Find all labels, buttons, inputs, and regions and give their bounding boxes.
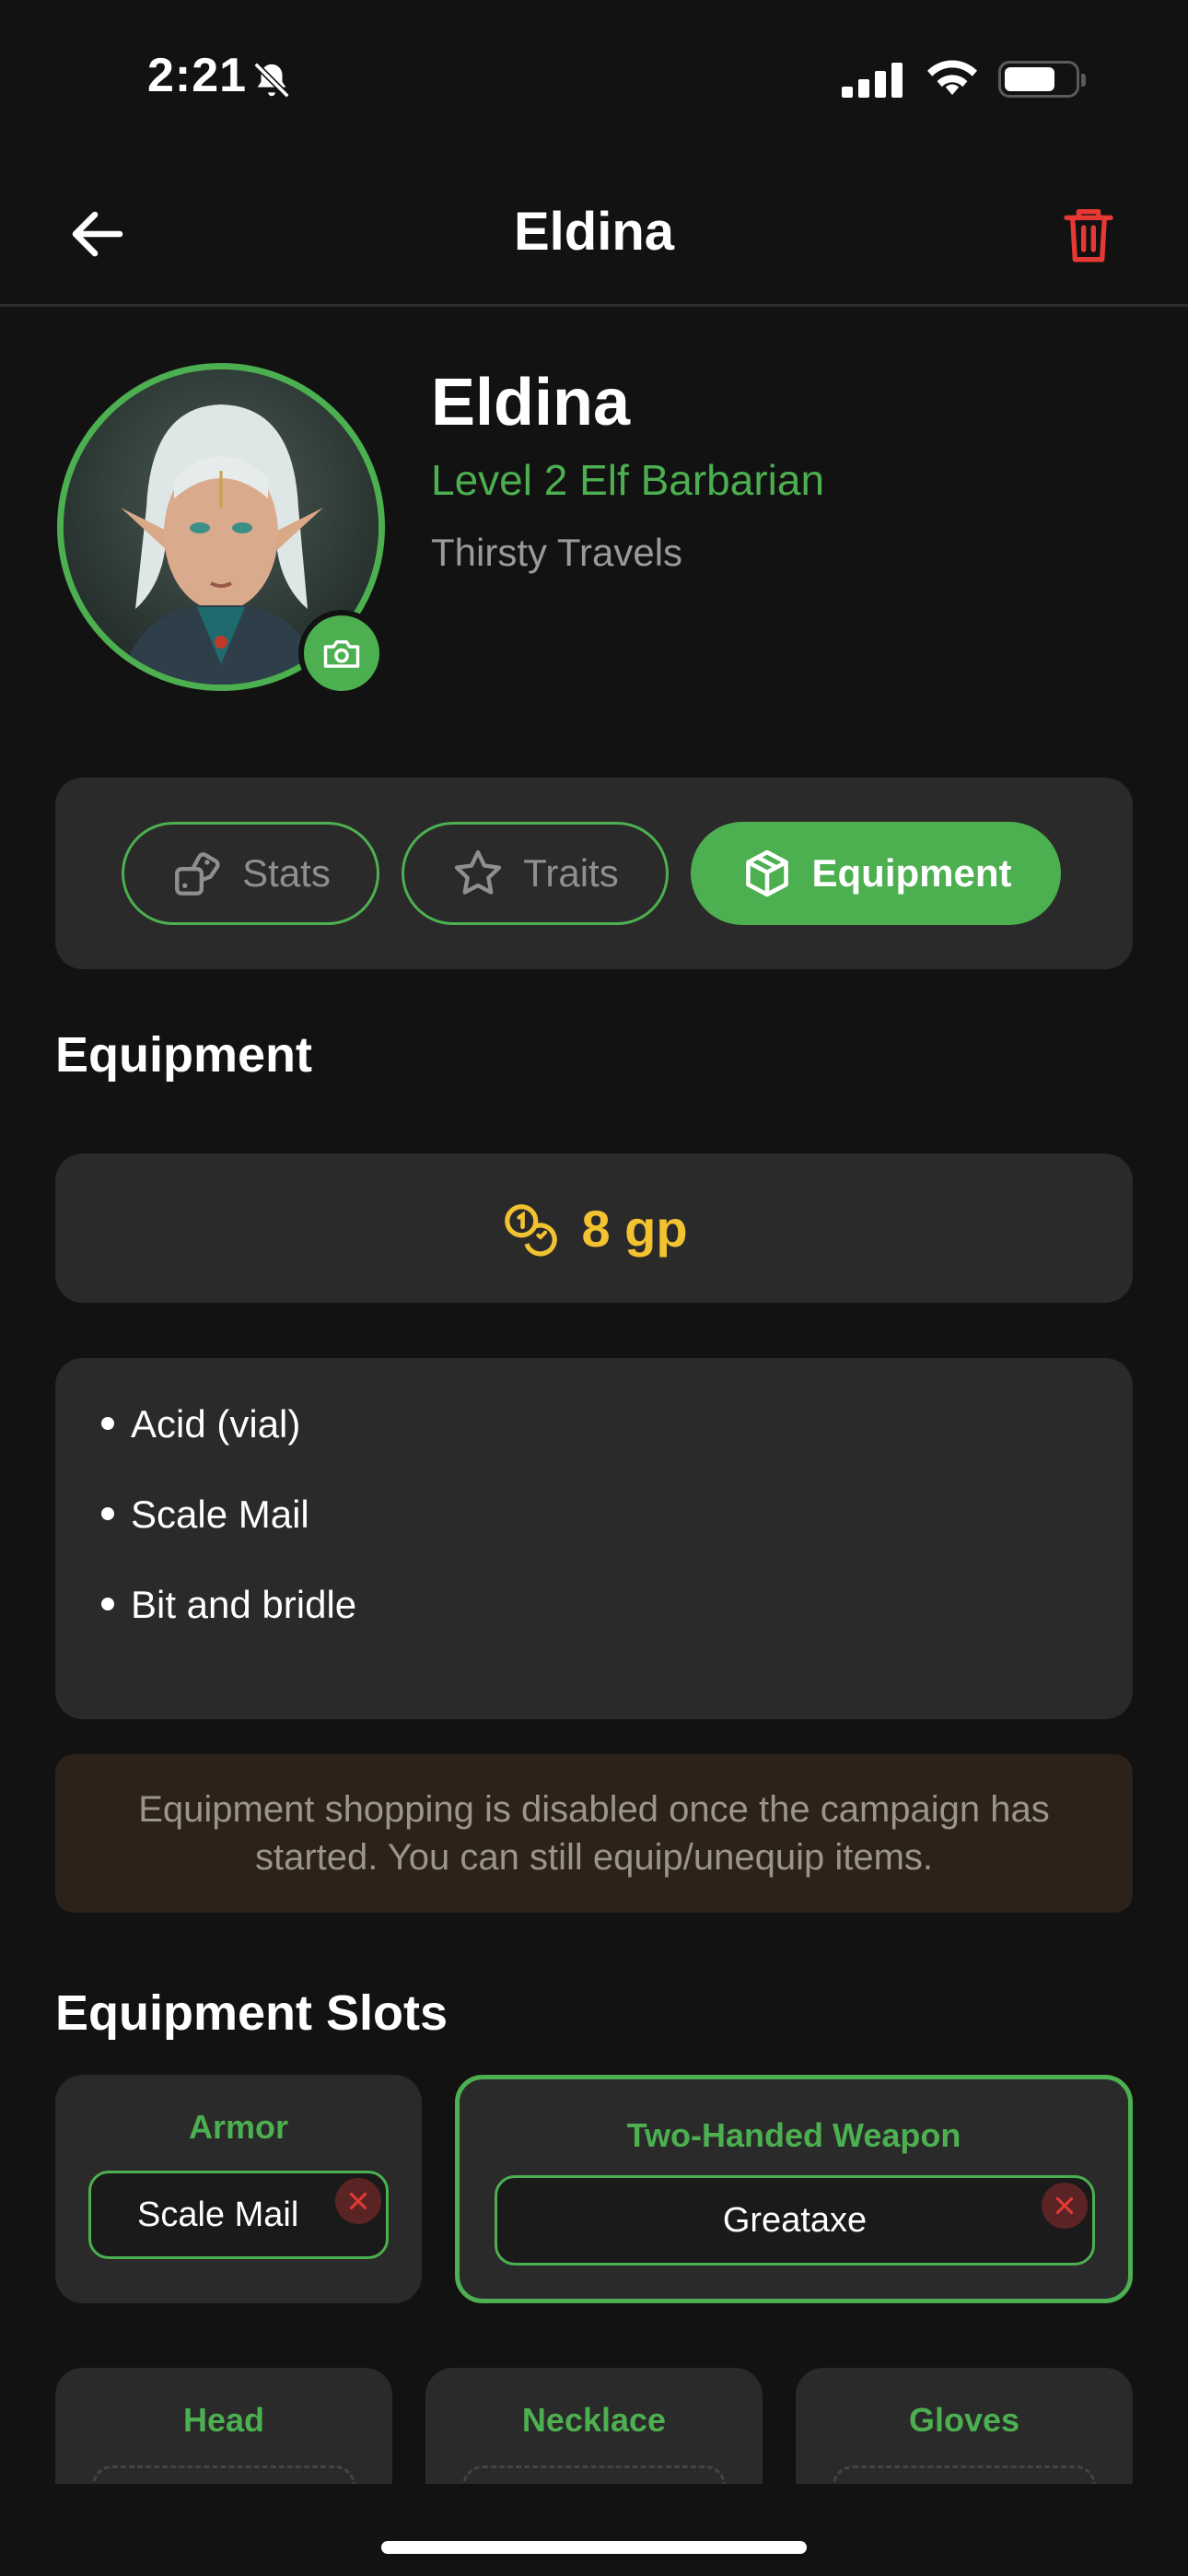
gloves-slot-field[interactable] [833,2465,1096,2484]
two-handed-weapon-slot[interactable]: Two-Handed Weapon Greataxe [455,2075,1133,2303]
armor-slot-value: Scale Mail [137,2195,299,2234]
gold-amount: 8 gp [581,1199,688,1258]
list-item[interactable]: Bit and bridle [101,1583,356,1627]
delete-trash-button[interactable] [1059,203,1118,267]
change-photo-button[interactable] [298,610,385,697]
gold-card: 8 gp [55,1153,1133,1303]
inventory-list: Acid (vial) Scale Mail Bit and bridle [55,1358,1133,1719]
dice-icon [175,852,220,896]
remove-weapon-button[interactable] [1042,2183,1088,2229]
battery-icon [998,61,1086,98]
star-icon [455,849,502,895]
close-icon [349,2192,367,2210]
tab-bar: Stats Traits Equipment [55,778,1133,969]
character-class-level: Level 2 Elf Barbarian [431,456,825,504]
home-indicator[interactable] [381,2541,807,2554]
equipment-section-title: Equipment [55,1027,312,1083]
tab-stats[interactable]: Stats [122,822,379,925]
list-item[interactable]: Scale Mail [101,1493,309,1537]
necklace-slot-label: Necklace [521,2401,667,2439]
armor-slot-label: Armor [188,2108,289,2146]
necklace-slot-field[interactable] [462,2465,726,2484]
status-time: 2:21 [147,49,248,102]
weapon-slot-field[interactable]: Greataxe [495,2175,1095,2266]
signal-icon [842,61,906,98]
head-slot-label: Head [182,2401,265,2439]
gloves-slot-label: Gloves [908,2401,1020,2439]
wifi-icon [927,60,977,95]
weapon-slot-value: Greataxe [722,2200,868,2240]
gloves-slot[interactable]: Gloves [796,2368,1133,2484]
page-title: Eldina [513,202,675,262]
character-name: Eldina [431,366,631,439]
list-item[interactable]: Acid (vial) [101,1402,300,1446]
close-icon [1055,2196,1074,2215]
slot-row-clip: Head Necklace Gloves [0,2368,1188,2484]
coins-icon [505,1204,558,1257]
tab-traits-label: Traits [523,851,619,895]
header-divider [0,304,1188,307]
tab-equipment[interactable]: Equipment [691,822,1061,925]
shopping-disabled-notice: Equipment shopping is disabled once the … [55,1754,1133,1913]
box-icon [745,849,788,897]
tab-equipment-label: Equipment [811,851,1012,895]
tab-stats-label: Stats [242,851,331,895]
remove-armor-button[interactable] [335,2178,381,2224]
camera-icon [323,640,360,668]
armor-slot[interactable]: Armor Scale Mail [55,2075,422,2303]
bell-off-icon [253,62,290,99]
head-slot[interactable]: Head [55,2368,392,2484]
campaign-name: Thirsty Travels [431,531,683,574]
tab-traits[interactable]: Traits [402,822,669,925]
weapon-slot-label: Two-Handed Weapon [626,2116,961,2154]
head-slot-field[interactable] [92,2465,355,2484]
equipment-slots-title: Equipment Slots [55,1985,448,2041]
necklace-slot[interactable]: Necklace [425,2368,763,2484]
